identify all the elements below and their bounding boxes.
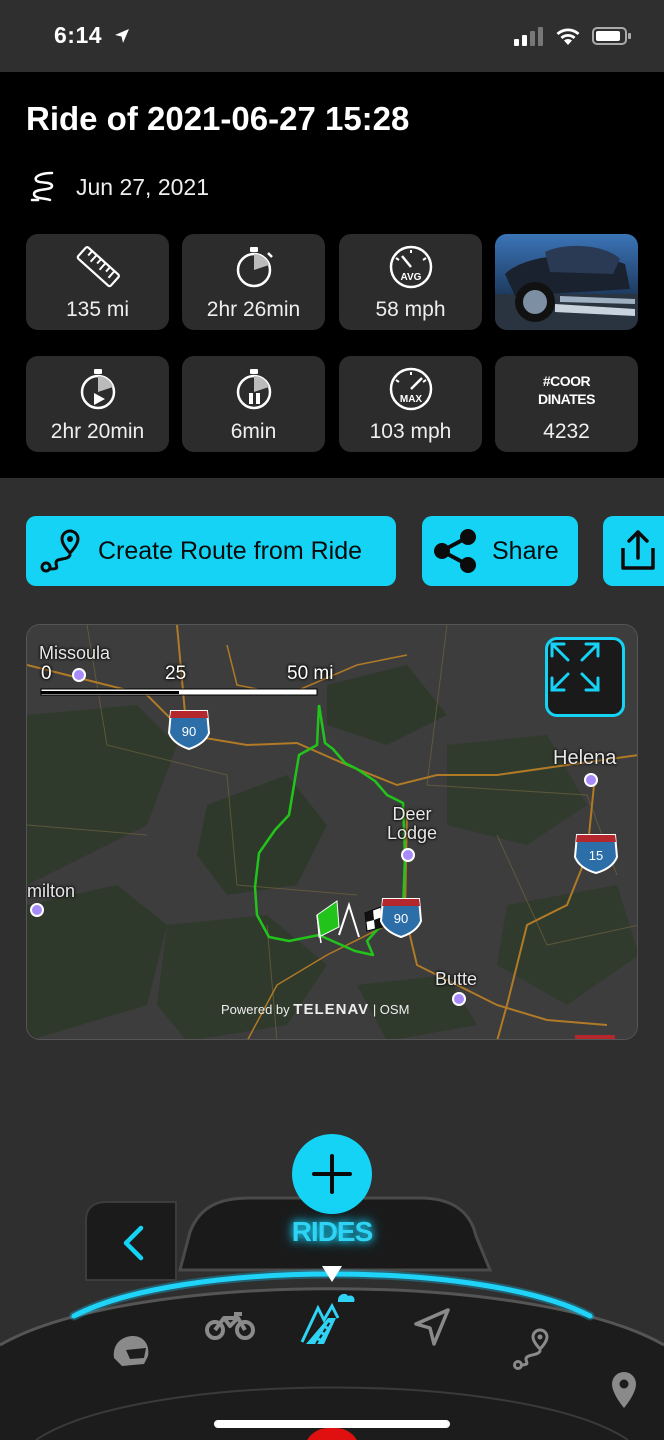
- route-icon: [40, 529, 80, 573]
- motorcycle-photo: [495, 234, 638, 330]
- city-label-helena: Helena: [553, 747, 617, 769]
- bottom-navigation: RIDES: [0, 1120, 664, 1440]
- scale-label-end: 50 mi: [287, 663, 334, 684]
- avg-speed-value: 58 mph: [375, 298, 446, 321]
- ruler-icon: [76, 246, 120, 288]
- interstate-90-north-label: 90: [182, 724, 196, 739]
- stat-paused-time: 6min: [182, 356, 325, 452]
- nav-item-rides[interactable]: [298, 1288, 362, 1346]
- status-time-text: 6:14: [54, 22, 103, 48]
- distance-value: 135 mi: [65, 298, 130, 321]
- ride-photo-thumbnail[interactable]: [495, 234, 638, 330]
- coordinates-title-line2: DINATES: [538, 391, 595, 407]
- coordinates-value: 4232: [543, 420, 590, 443]
- city-label-deer-lodge: Deer Lodge: [387, 805, 437, 843]
- scale-label-zero: 0: [41, 663, 52, 684]
- export-icon: [621, 530, 655, 570]
- status-icons: [514, 24, 632, 48]
- ride-date-row: Jun 27, 2021: [28, 170, 209, 204]
- paused-time-value: 6min: [230, 420, 277, 443]
- stat-max-speed: MAX 103 mph: [339, 356, 482, 452]
- export-button[interactable]: [603, 516, 664, 586]
- ride-map[interactable]: 90 15 90 Missoula Helena Deer Lodge milt…: [26, 624, 638, 1040]
- stat-distance: 135 mi: [26, 234, 169, 330]
- deer-lodge-line2: Lodge: [387, 823, 438, 843]
- stat-avg-speed: AVG 58 mph: [339, 234, 482, 330]
- curvy-road-icon: [30, 171, 54, 202]
- stopwatch-icon: [236, 247, 273, 288]
- chevron-left-icon: [123, 1225, 144, 1261]
- attribution-prefix: Powered by: [221, 1002, 290, 1017]
- wifi-icon: [556, 28, 580, 45]
- back-button[interactable]: [108, 1218, 158, 1268]
- home-indicator[interactable]: [214, 1420, 450, 1428]
- max-badge: MAX: [399, 394, 422, 405]
- battery-icon: [592, 27, 631, 45]
- ride-date: Jun 27, 2021: [76, 173, 210, 200]
- plus-icon: [312, 1154, 352, 1194]
- rides-icon: [300, 1293, 355, 1345]
- speedometer-avg-icon: AVG: [389, 245, 432, 289]
- moving-time-value: 2hr 20min: [50, 420, 145, 443]
- coordinates-title: #COOR DINATES: [495, 372, 638, 408]
- nav-item-motorcycle[interactable]: [204, 1304, 256, 1344]
- signal-icon: [514, 27, 543, 46]
- city-label-butte: Butte: [435, 969, 478, 989]
- location-pin-icon: [612, 1372, 636, 1408]
- scale-label-mid: 25: [165, 663, 187, 684]
- navigate-icon: [414, 1308, 450, 1346]
- helmet-icon: [113, 1336, 149, 1366]
- routes-icon: [513, 1328, 549, 1370]
- nav-item-helmet[interactable]: [108, 1328, 154, 1374]
- create-route-button[interactable]: Create Route from Ride: [26, 516, 396, 586]
- ride-header: Ride of 2021-06-27 15:28 Jun 27, 2021 13…: [0, 72, 664, 478]
- coordinates-title-line1: #COOR: [542, 373, 591, 389]
- attribution-brand: TELENAV: [293, 1001, 370, 1018]
- city-label-missoula: Missoula: [39, 643, 111, 663]
- stat-moving-time: 2hr 20min: [26, 356, 169, 452]
- total-time-value: 2hr 26min: [206, 298, 301, 321]
- motorcycle-icon: [205, 1312, 255, 1340]
- nav-item-navigate[interactable]: [412, 1306, 454, 1348]
- attribution-suffix: | OSM: [372, 1002, 410, 1017]
- speedometer-max-icon: MAX: [389, 367, 432, 411]
- stopwatch-play-icon: [80, 369, 115, 410]
- nav-item-routes[interactable]: [510, 1326, 554, 1372]
- status-bar: 6:14: [0, 0, 664, 72]
- stopwatch-pause-icon: [236, 369, 271, 410]
- max-speed-value: 103 mph: [369, 420, 452, 443]
- nav-item-location[interactable]: [608, 1370, 640, 1410]
- share-button[interactable]: Share: [422, 516, 578, 586]
- status-time: 6:14: [54, 22, 131, 49]
- stat-total-time: 2hr 26min: [182, 234, 325, 330]
- add-ride-button[interactable]: [292, 1134, 372, 1214]
- share-icon: [434, 529, 476, 573]
- deer-lodge-line1: Deer: [392, 804, 432, 824]
- nav-active-label: RIDES: [291, 1216, 374, 1247]
- map-expand-button[interactable]: [545, 637, 625, 717]
- city-label-hamilton: milton: [27, 881, 76, 901]
- location-arrow-icon: [114, 29, 129, 43]
- interstate-15-label: 15: [589, 848, 603, 863]
- map-attribution: Powered by TELENAV | OSM: [221, 1001, 409, 1018]
- avg-badge: AVG: [400, 272, 421, 283]
- create-route-label: Create Route from Ride: [98, 536, 363, 565]
- stat-coordinates: #COOR DINATES 4232: [495, 356, 638, 452]
- share-label: Share: [492, 536, 559, 565]
- ride-title: Ride of 2021-06-27 15:28: [26, 100, 410, 137]
- expand-icon: [550, 642, 600, 692]
- interstate-90-south-label: 90: [394, 911, 408, 926]
